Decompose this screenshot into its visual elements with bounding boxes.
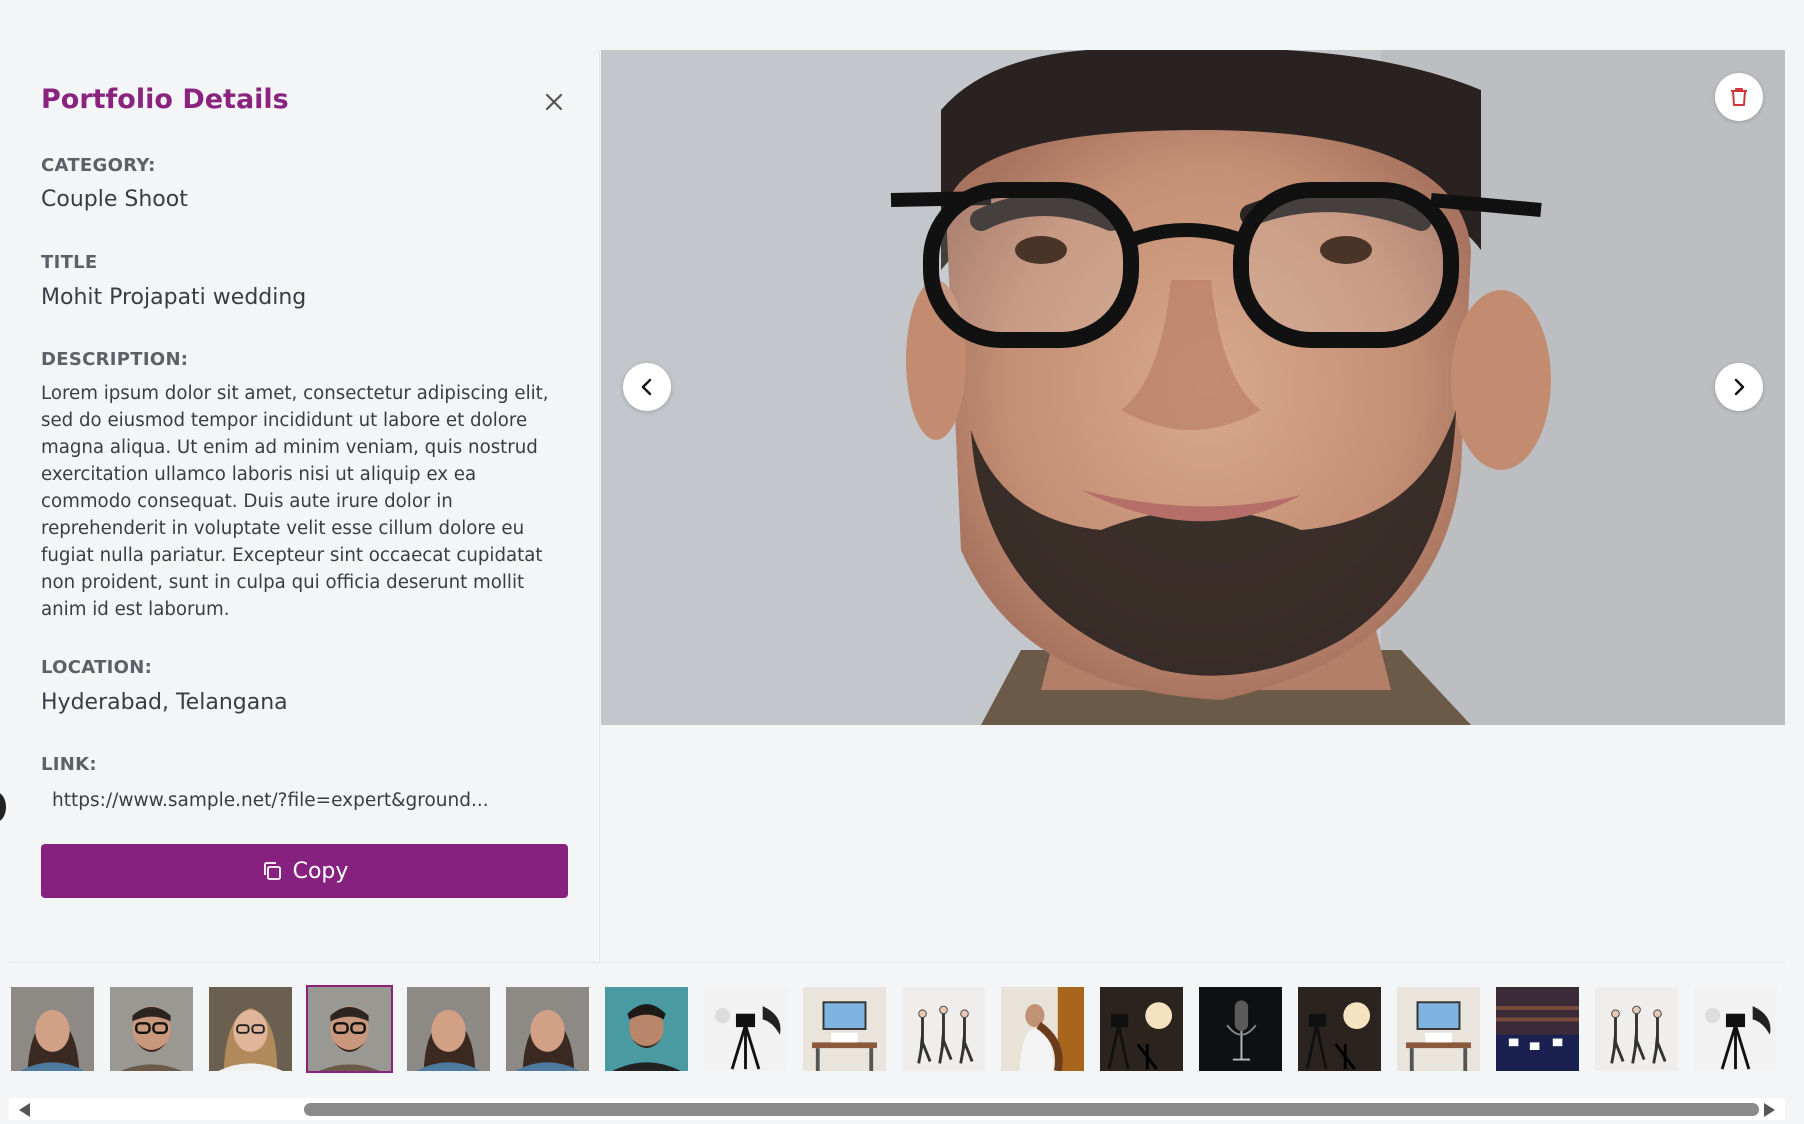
- thumbnail-concert-hall[interactable]: [1494, 985, 1581, 1073]
- next-image-button[interactable]: [1715, 363, 1763, 411]
- scroll-left-arrow[interactable]: [19, 1103, 30, 1117]
- thumbnail-office-screen[interactable]: [801, 985, 888, 1073]
- location-label: LOCATION:: [41, 657, 153, 678]
- thumbnail-ballet-dancers[interactable]: [1593, 985, 1680, 1073]
- delete-button[interactable]: [1715, 73, 1763, 121]
- thumbnail-image: [308, 987, 391, 1071]
- thumbnail-woman-glasses-portrait[interactable]: [207, 985, 294, 1073]
- thumbnail-studio-tripod[interactable]: [702, 985, 789, 1073]
- thumbnail-image: [1397, 987, 1480, 1071]
- thumbnail-image: [11, 987, 94, 1071]
- chevron-left-icon: [641, 378, 652, 396]
- portfolio-details-panel: Portfolio Details CATEGORY: Couple Shoot…: [0, 50, 600, 962]
- thumbnail-strip: [9, 985, 1785, 1073]
- thumbnail-image: [803, 987, 886, 1071]
- scrollbar-thumb[interactable]: [304, 1103, 1759, 1116]
- horizontal-scrollbar[interactable]: [9, 1098, 1785, 1120]
- thumbnail-ballet-dancers[interactable]: [900, 985, 987, 1073]
- thumbnail-office-screen[interactable]: [1395, 985, 1482, 1073]
- thumbnail-image: [902, 987, 985, 1071]
- thumbnail-image: [1100, 987, 1183, 1071]
- close-icon: [545, 93, 563, 111]
- edge-handle[interactable]: [0, 792, 6, 822]
- image-viewer: [601, 50, 1785, 725]
- thumbnail-image: [1694, 987, 1777, 1071]
- category-value: Couple Shoot: [41, 187, 188, 212]
- trash-icon: [1731, 88, 1747, 106]
- thumbnail-image: [1298, 987, 1381, 1071]
- thumbnail-image: [704, 987, 787, 1071]
- thumbnail-image: [209, 987, 292, 1071]
- title-label: TITLE: [41, 252, 98, 273]
- description-label: DESCRIPTION:: [41, 349, 189, 370]
- link-label: LINK:: [41, 754, 97, 775]
- location-value: Hyderabad, Telangana: [41, 690, 288, 715]
- thumbnail-image: [1595, 987, 1678, 1071]
- link-field[interactable]: https://www.sample.net/?file=expert&grou…: [41, 780, 568, 824]
- panel-title: Portfolio Details: [41, 84, 289, 115]
- previous-image-button[interactable]: [623, 363, 671, 411]
- thumbnail-image: [110, 987, 193, 1071]
- category-label: CATEGORY:: [41, 155, 156, 176]
- thumbnail-studio-tripod[interactable]: [1692, 985, 1779, 1073]
- thumbnail-image: [605, 987, 688, 1071]
- thumbnail-image: [506, 987, 589, 1071]
- thumbnail-microphone[interactable]: [1197, 985, 1284, 1073]
- thumbnail-divider: [9, 962, 1785, 963]
- title-value: Mohit Projapati wedding: [41, 285, 307, 310]
- thumbnail-man-glasses-portrait[interactable]: [108, 985, 195, 1073]
- copy-button-label: Copy: [292, 858, 349, 884]
- portrait-photo: [601, 50, 1785, 725]
- thumbnail-image: [1199, 987, 1282, 1071]
- chevron-right-icon: [1734, 378, 1745, 396]
- description-value: Lorem ipsum dolor sit amet, consectetur …: [41, 383, 549, 620]
- thumbnail-woman-portrait[interactable]: [504, 985, 591, 1073]
- thumbnail-studio-dark[interactable]: [1098, 985, 1185, 1073]
- thumbnail-man-glasses-portrait[interactable]: [306, 985, 393, 1073]
- scroll-right-arrow[interactable]: [1764, 1103, 1775, 1117]
- copy-button[interactable]: Copy: [41, 844, 568, 898]
- thumbnail-image: [407, 987, 490, 1071]
- thumbnail-image: [1496, 987, 1579, 1071]
- thumbnail-man-portrait[interactable]: [603, 985, 690, 1073]
- copy-icon: [263, 862, 281, 880]
- thumbnail-cellist[interactable]: [999, 985, 1086, 1073]
- thumbnail-woman-portrait[interactable]: [405, 985, 492, 1073]
- close-button[interactable]: [540, 88, 568, 116]
- thumbnail-studio-dark[interactable]: [1296, 985, 1383, 1073]
- thumbnail-image: [1001, 987, 1084, 1071]
- thumbnail-woman-portrait[interactable]: [9, 985, 96, 1073]
